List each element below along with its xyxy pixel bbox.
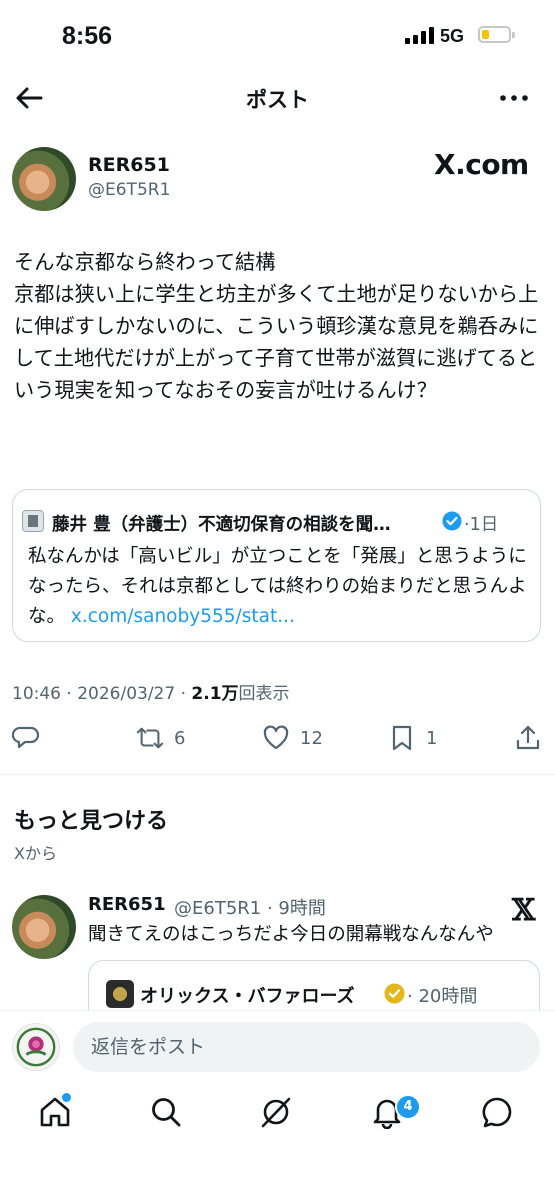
rec-handle-time: @E6T5R1 · 9時間 — [174, 898, 326, 919]
rec-quote-author: オリックス・バファローズ — [140, 986, 355, 1007]
post-author-handle[interactable]: @E6T5R1 — [88, 180, 170, 200]
repost-icon — [136, 727, 164, 749]
heart-icon — [263, 725, 289, 750]
quote-author-name: 藤井 豊（弁護士）不適切保育の相談を聞… — [52, 515, 391, 535]
more-button[interactable] — [498, 84, 530, 112]
post-text: そんな京都なら終わって結構 京都は狭い上に学生と坊主が多くて土地が足りないから上… — [14, 250, 539, 402]
like-count: 12 — [300, 727, 323, 749]
reply-icon — [12, 726, 40, 749]
post-meta: 10:46 · 2026/03/27 · 2.1万回表示 — [12, 679, 290, 704]
message-icon — [482, 1097, 512, 1128]
share-icon — [516, 725, 540, 750]
like-action[interactable]: 12 — [262, 724, 323, 752]
reply-action[interactable] — [12, 724, 40, 752]
quote-text: 私なんかは「高いビル」が立つことを「発展」と思うようになったら、それは京都として… — [28, 542, 528, 632]
battery-icon — [478, 26, 515, 43]
more-horizontal-icon — [500, 95, 528, 101]
quote-avatar — [22, 510, 44, 532]
repost-action[interactable]: 6 — [136, 724, 185, 752]
discover-subtitle: Xから — [14, 844, 57, 863]
my-avatar — [12, 1023, 60, 1071]
notification-badge: 4 — [395, 1094, 421, 1120]
bookmark-count: 1 — [426, 727, 438, 749]
rec-post-text: 聞きてえのはこっちだよ今日の開幕戦なんなんや — [88, 924, 494, 945]
grok-icon — [261, 1097, 291, 1128]
rec-quote-avatar — [106, 980, 134, 1008]
divider — [0, 774, 555, 775]
rec-quote-time: · 20時間 — [407, 986, 478, 1007]
signal-icon — [405, 26, 434, 44]
view-suffix: 回表示 — [238, 684, 290, 704]
quote-link[interactable]: x.com/sanoby555/stat... — [71, 606, 295, 627]
rec-author-name[interactable]: RER651 — [88, 894, 166, 915]
nav-messages[interactable] — [480, 1095, 520, 1135]
status-time: 8:56 — [62, 22, 113, 50]
share-action[interactable] — [514, 724, 542, 752]
home-unread-dot — [62, 1093, 71, 1102]
verified-badge-icon — [442, 511, 462, 531]
avatar[interactable] — [12, 147, 76, 211]
x-logo-icon: 𝕏 — [512, 893, 536, 928]
search-icon — [152, 1098, 181, 1127]
post-author-name[interactable]: RER651 — [88, 154, 170, 176]
page-title: ポスト — [246, 88, 309, 112]
discover-title: もっと見つける — [14, 809, 169, 834]
nav-grok[interactable] — [259, 1095, 299, 1135]
reply-input[interactable] — [73, 1022, 540, 1072]
repost-count: 6 — [174, 727, 186, 749]
nav-search[interactable] — [149, 1095, 189, 1135]
bookmark-action[interactable]: 1 — [388, 724, 437, 752]
rec-avatar[interactable] — [12, 895, 76, 959]
gold-verified-badge-icon — [384, 983, 405, 1004]
network-label: 5G — [440, 26, 465, 46]
view-count: 2.1万 — [191, 684, 239, 704]
bookmark-icon — [392, 725, 412, 751]
nav-home[interactable] — [38, 1095, 78, 1135]
post-timestamp: 10:46 · 2026/03/27 · — [12, 684, 192, 704]
xcom-watermark: X.com — [434, 148, 529, 181]
quote-time: ·1日 — [464, 515, 499, 535]
